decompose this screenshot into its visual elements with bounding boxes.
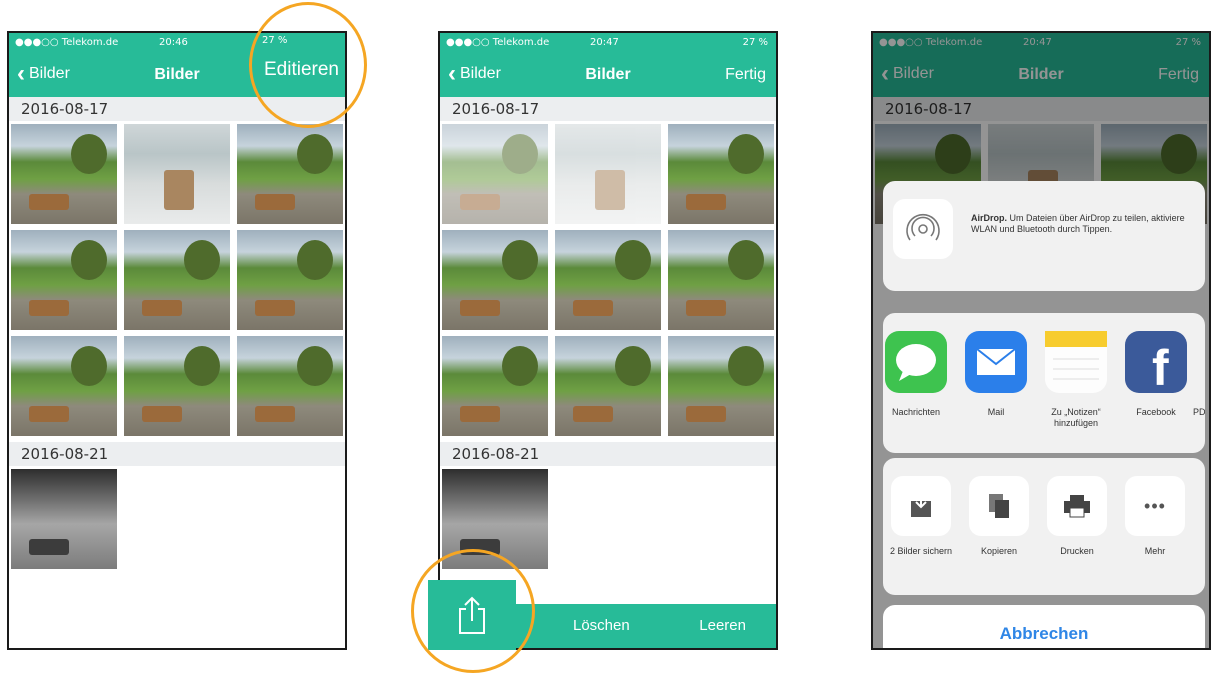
photo-thumbnail[interactable] [442,336,548,436]
photo-thumbnail[interactable] [124,124,230,224]
airdrop-text: AirDrop. Um Dateien über AirDrop zu teil… [971,213,1185,234]
photo-thumbnail[interactable] [237,230,343,330]
photo-thumbnail[interactable] [11,336,117,436]
cancel-button[interactable]: Abbrechen [883,605,1205,648]
photo-thumbnail[interactable] [668,230,774,330]
status-bar: ●●●○○ Telekom.de 20:47 27 % [440,33,776,53]
highlight-circle [411,549,535,673]
photo-thumbnail[interactable] [124,230,230,330]
airdrop-section[interactable]: AirDrop. Um Dateien über AirDrop zu teil… [883,181,1205,291]
battery-label: 27 % [742,37,768,48]
photo-thumbnail-selected[interactable] [555,124,661,224]
messages-app-icon[interactable] [885,331,947,393]
print-label: Drucken [1060,546,1094,556]
photo-thumbnail[interactable] [442,230,548,330]
navigation-bar: ‹ Bilder Bilder Fertig [440,53,776,97]
photo-thumbnail[interactable] [668,124,774,224]
pdf-app-label: PD [1193,407,1205,417]
notes-app-icon[interactable] [1045,331,1107,393]
photo-thumbnail[interactable] [668,336,774,436]
facebook-app-label: Facebook [1136,407,1176,417]
facebook-app-icon[interactable]: f [1125,331,1187,396]
carrier-label: ●●●○○ Telekom.de [446,37,550,48]
save-icon [911,495,931,517]
printer-icon [1064,495,1090,518]
photo-thumbnail[interactable] [555,230,661,330]
battery-label: 27 % [262,35,288,46]
carrier-label: ●●●○○ Telekom.de [15,37,119,48]
clock: 20:47 [590,37,619,48]
phone-screen-share-sheet: ●●●○○ Telekom.de 20:47 27 % ‹ Bilder Bil… [871,31,1211,650]
photo-thumbnail[interactable] [555,336,661,436]
mail-app-icon[interactable] [965,331,1027,393]
edit-button[interactable]: Editieren [264,59,339,81]
notes-app-label: Zu „Notizen“ hinzufügen [1051,407,1101,428]
save-images-label: 2 Bilder sichern [889,546,953,556]
copy-button[interactable] [969,476,1029,536]
delete-button[interactable]: Löschen [573,617,630,634]
copy-label: Kopieren [980,546,1018,556]
photo-grid: 2016-08-17 2016-08-21 [9,97,345,648]
share-actions-row: 2 Bilder sichern Kopieren Drucken ••• Me… [883,458,1205,595]
copy-icon [989,494,1009,518]
photo-thumbnail[interactable] [237,336,343,436]
clock: 20:46 [159,37,188,48]
photo-thumbnail[interactable] [11,230,117,330]
photo-thumbnail[interactable] [11,124,117,224]
photo-thumbnail[interactable] [11,469,117,569]
ellipsis-icon: ••• [1144,495,1166,516]
more-label: Mehr [1144,546,1166,556]
date-header: 2016-08-17 [440,97,776,121]
photo-thumbnail[interactable] [237,124,343,224]
photo-thumbnail-selected[interactable] [442,124,548,224]
svg-text:f: f [1152,340,1169,393]
airdrop-icon [893,199,953,259]
share-apps-row: Nachrichten Mail Zu „Notizen“ hinzufügen… [883,313,1205,453]
done-button[interactable]: Fertig [725,66,766,84]
messages-app-label: Nachrichten [891,407,941,417]
save-images-button[interactable] [891,476,951,536]
date-header: 2016-08-21 [9,442,345,466]
photo-thumbnail[interactable] [124,336,230,436]
clear-button[interactable]: Leeren [699,617,746,634]
date-header: 2016-08-21 [440,442,776,466]
more-button[interactable]: ••• [1125,476,1185,536]
mail-app-label: Mail [987,407,1005,417]
print-button[interactable] [1047,476,1107,536]
